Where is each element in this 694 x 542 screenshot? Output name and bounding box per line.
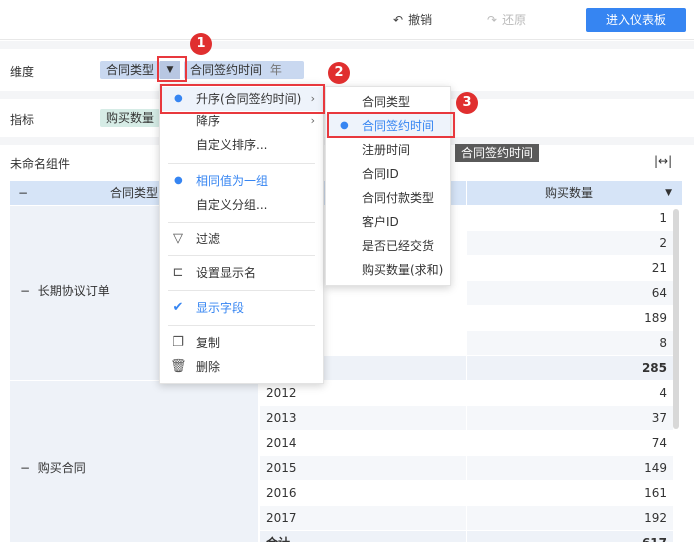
highlight-box-sign-date bbox=[327, 112, 455, 138]
table-cell: 8 bbox=[467, 331, 673, 356]
undo-icon: ↶ bbox=[393, 12, 404, 27]
highlight-box-dropdown bbox=[157, 56, 187, 82]
menu-item-copy[interactable]: ❐ 复制 bbox=[160, 331, 323, 355]
menu-item-label: 相同值为一组 bbox=[196, 174, 269, 188]
table-cell-year: 2012 bbox=[260, 381, 466, 406]
table-cell: 189 bbox=[467, 306, 673, 331]
table-cell-year: 2016 bbox=[260, 481, 466, 506]
undo-label: 撤销 bbox=[408, 13, 433, 27]
table-cell: 149 bbox=[467, 456, 673, 481]
table-cell-total: 617 bbox=[467, 531, 673, 542]
group-cell: − 购买合同 bbox=[10, 381, 259, 542]
step-badge-1: 1 bbox=[190, 33, 212, 55]
table-cell: 21 bbox=[467, 256, 673, 281]
group-label[interactable]: − 购买合同 bbox=[20, 459, 86, 476]
menu-item-label: 过滤 bbox=[196, 232, 221, 246]
menu-item-custom-group[interactable]: 自定义分组... bbox=[160, 193, 323, 217]
menu-divider bbox=[168, 255, 315, 256]
menu-divider bbox=[168, 325, 315, 326]
table-cell: 2 bbox=[467, 231, 673, 256]
menu-item-show-field[interactable]: ✔ 显示字段 bbox=[160, 296, 323, 320]
submenu-item[interactable]: 购买数量(求和) bbox=[326, 258, 450, 282]
menu-item-label: 删除 bbox=[196, 360, 221, 374]
enter-dashboard-button[interactable]: 进入仪表板 bbox=[586, 8, 686, 32]
menu-divider bbox=[168, 222, 315, 223]
redo-button[interactable]: ↷ 还原 bbox=[487, 11, 526, 28]
drag-tooltip: 合同签约时间 bbox=[455, 144, 540, 162]
vertical-scrollbar[interactable] bbox=[673, 209, 679, 429]
header-label: 购买数量 bbox=[545, 186, 594, 200]
submenu-item[interactable]: 是否已经交货 bbox=[326, 234, 450, 258]
submenu-item[interactable]: 注册时间 bbox=[326, 138, 450, 162]
menu-item-filter[interactable]: ▽ 过滤 bbox=[160, 227, 323, 251]
group-name: 长期协议订单 bbox=[37, 284, 110, 298]
sort-down-icon[interactable]: ▼ bbox=[665, 181, 672, 205]
dimension-chip-sign-date-label: 合同签约时间 bbox=[190, 63, 263, 77]
copy-icon: ❐ bbox=[172, 335, 184, 350]
filter-icon: ▽ bbox=[173, 231, 183, 246]
checkmark-icon: ✔ bbox=[172, 300, 184, 315]
selected-dot-icon: ● bbox=[174, 175, 183, 186]
table-cell: 1 bbox=[467, 206, 673, 231]
group-name: 购买合同 bbox=[37, 461, 86, 475]
submenu-item[interactable]: 客户ID bbox=[326, 210, 450, 234]
top-toolbar: ↶ 撤销 ↷ 还原 进入仪表板 bbox=[0, 0, 694, 40]
table-cell-year: 2017 bbox=[260, 506, 466, 531]
highlight-box-sort-asc bbox=[160, 84, 325, 114]
submenu-item[interactable]: 合同付款类型 bbox=[326, 186, 450, 210]
menu-divider bbox=[168, 163, 315, 164]
date-unit-label: 年 bbox=[269, 63, 282, 77]
table-cell: 64 bbox=[467, 281, 673, 306]
menu-item-label: 设置显示名 bbox=[196, 266, 257, 280]
step-badge-3: 3 bbox=[456, 92, 478, 114]
table-cell: 74 bbox=[467, 431, 673, 456]
table-cell-year: 2014 bbox=[260, 431, 466, 456]
table-cell: 192 bbox=[467, 506, 673, 531]
header-label: 合同类型 bbox=[110, 186, 159, 200]
menu-item-label: 降序 bbox=[196, 114, 221, 128]
menu-item-set-display-name[interactable]: ⊏ 设置显示名 bbox=[160, 261, 323, 285]
step-badge-2: 2 bbox=[328, 62, 350, 84]
trash-icon: 🗑 bbox=[170, 359, 187, 374]
menu-item-label: 复制 bbox=[196, 336, 221, 350]
table-cell-total: 285 bbox=[467, 356, 673, 381]
dimension-chip-sign-date[interactable]: 合同签约时间 年 bbox=[184, 61, 304, 79]
undo-button[interactable]: ↶ 撤销 bbox=[393, 11, 432, 28]
dimension-context-menu: ● 升序(合同签约时间) › 降序 › 自定义排序... ● 相同值为一组 自定… bbox=[159, 84, 324, 384]
metric-chip-purchase-qty[interactable]: 购买数量 bbox=[100, 109, 161, 127]
table-cell: 161 bbox=[467, 481, 673, 506]
component-title: 未命名组件 bbox=[10, 157, 71, 171]
menu-item-label: 显示字段 bbox=[196, 301, 245, 315]
dimension-chip-contract-type[interactable]: 合同类型 bbox=[100, 61, 161, 79]
separator bbox=[0, 41, 694, 49]
table-cell-year: 2015 bbox=[260, 456, 466, 481]
table-cell: 37 bbox=[467, 406, 673, 431]
collapse-icon[interactable]: − bbox=[20, 461, 30, 475]
collapse-all-icon[interactable]: − bbox=[18, 181, 28, 205]
table-header-purchase-qty[interactable]: 购买数量 ▼ bbox=[467, 181, 682, 205]
menu-item-custom-sort[interactable]: 自定义排序... bbox=[160, 133, 323, 157]
redo-label: 还原 bbox=[502, 13, 527, 27]
submenu-item[interactable]: 合同ID bbox=[326, 162, 450, 186]
table-cell: 4 bbox=[467, 381, 673, 406]
metric-label: 指标 bbox=[10, 113, 35, 127]
table-cell-year: 2013 bbox=[260, 406, 466, 431]
expand-icon[interactable]: |↔| bbox=[654, 154, 672, 168]
menu-item-delete[interactable]: 🗑 删除 bbox=[160, 355, 323, 379]
group-label[interactable]: − 长期协议订单 bbox=[20, 282, 110, 299]
menu-divider bbox=[168, 290, 315, 291]
rename-icon: ⊏ bbox=[172, 265, 184, 280]
dimension-label: 维度 bbox=[10, 65, 35, 79]
redo-icon: ↷ bbox=[487, 12, 498, 27]
submenu-item[interactable]: 合同类型 bbox=[326, 90, 450, 114]
collapse-icon[interactable]: − bbox=[20, 284, 30, 298]
menu-item-group-same-values[interactable]: ● 相同值为一组 bbox=[160, 169, 323, 193]
table-cell-total-label: 合计 bbox=[260, 531, 466, 542]
